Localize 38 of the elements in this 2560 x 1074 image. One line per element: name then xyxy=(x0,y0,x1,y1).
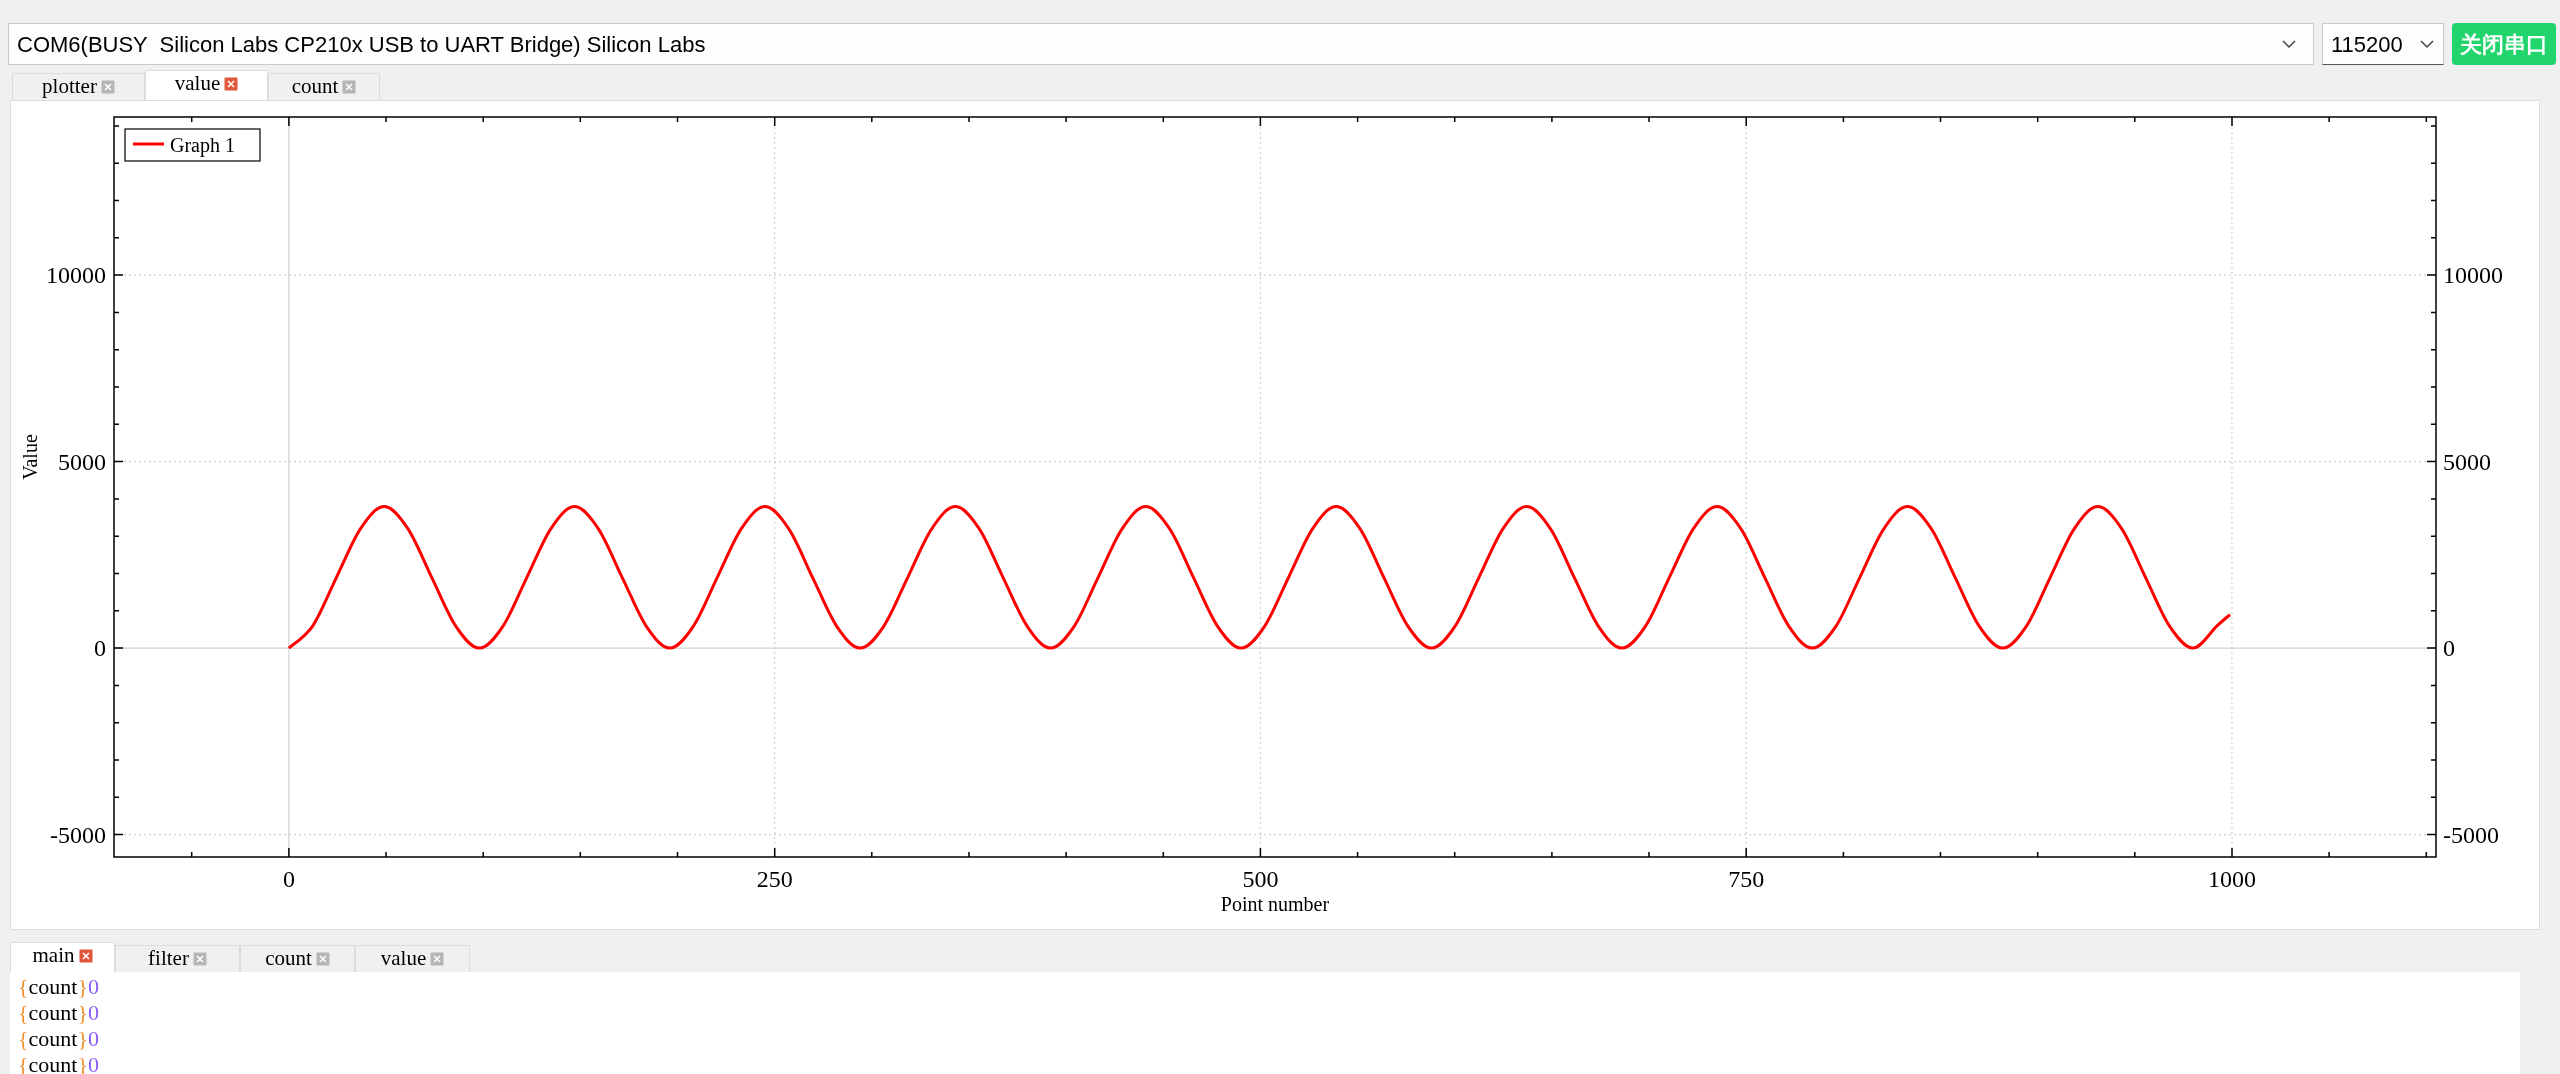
close-icon[interactable] xyxy=(430,952,445,966)
log-line: {count}0 xyxy=(18,1026,100,1052)
baud-select[interactable]: 115200 xyxy=(2322,23,2444,65)
chevron-down-icon xyxy=(2281,39,2297,49)
legend-label: Graph 1 xyxy=(170,134,235,156)
y-tick-label: 5000 xyxy=(2443,448,2491,475)
tab[interactable]: value xyxy=(355,945,470,972)
close-icon[interactable] xyxy=(224,76,239,91)
y-tick-label: -5000 xyxy=(50,821,106,848)
y-axis-label: Value xyxy=(19,434,41,480)
tab[interactable]: value xyxy=(145,70,268,100)
tab[interactable]: count xyxy=(268,73,380,100)
port-select[interactable]: COM6(BUSY Silicon Labs CP210x USB to UART Bridge) Silicon Labs xyxy=(8,23,2314,65)
log-line: {count}0 xyxy=(18,1000,100,1026)
close-icon[interactable] xyxy=(192,952,207,966)
x-tick-label: 250 xyxy=(756,866,793,892)
close-icon[interactable] xyxy=(78,948,93,963)
tab[interactable]: filter xyxy=(115,945,240,972)
x-tick-label: 750 xyxy=(1728,866,1765,892)
x-axis-label: Point number xyxy=(1220,893,1330,915)
y-tick-label: 0 xyxy=(94,635,106,662)
legend-swatch-icon xyxy=(133,142,164,146)
close-icon[interactable] xyxy=(315,952,330,966)
x-tick-label: 1000 xyxy=(2207,866,2256,892)
x-tick-label: 0 xyxy=(282,866,295,892)
y-tick-label: 10000 xyxy=(2443,262,2503,289)
close-icon[interactable] xyxy=(100,80,115,94)
y-tick-label: -5000 xyxy=(2443,821,2499,848)
x-tick-label: 500 xyxy=(1242,866,1279,892)
y-tick-label: 10000 xyxy=(46,262,106,289)
y-tick-label: 0 xyxy=(2443,635,2455,662)
close-icon[interactable] xyxy=(342,80,357,94)
chevron-down-icon xyxy=(2419,39,2435,49)
tab[interactable]: count xyxy=(240,945,355,972)
tab[interactable]: main xyxy=(10,942,115,972)
log-line: {count}0 xyxy=(18,974,100,1000)
tab[interactable]: plotter xyxy=(12,73,145,100)
y-tick-label: 5000 xyxy=(58,448,106,475)
